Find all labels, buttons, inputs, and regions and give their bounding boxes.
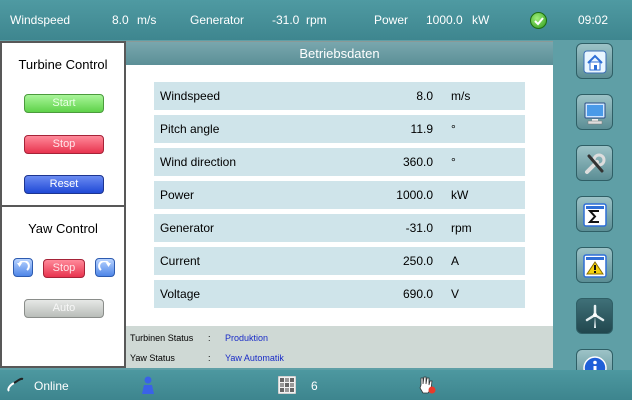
row-value: 11.9 — [410, 122, 433, 136]
top-generator-label: Generator — [190, 13, 245, 27]
yaw-control-title: Yaw Control — [28, 221, 98, 236]
panel-title: Betriebsdaten — [126, 42, 553, 65]
row-unit: kW — [451, 188, 469, 202]
row-label: Windspeed — [160, 89, 221, 103]
clock: 09:02 — [578, 13, 609, 27]
row-unit: ° — [451, 155, 456, 169]
status-separator: : — [208, 333, 211, 343]
top-generator-value: -31.0 — [272, 13, 300, 27]
user-icon — [142, 376, 154, 394]
row-value: 1000.0 — [396, 188, 433, 202]
auto-button[interactable]: Auto — [24, 299, 104, 318]
status-separator: : — [208, 353, 211, 363]
row-label: Voltage — [160, 287, 201, 301]
yaw-status-value: Yaw Automatik — [225, 353, 284, 363]
stop-button[interactable]: Stop — [24, 135, 104, 154]
nav-monitor-button[interactable] — [576, 94, 613, 130]
turbine-icon — [585, 304, 605, 328]
sigma-icon — [583, 203, 607, 227]
top-power-value: 1000.0 — [426, 13, 463, 27]
tools-icon — [585, 153, 606, 174]
top-windspeed-value: 8.0 — [112, 13, 129, 27]
row-label: Generator — [160, 221, 215, 235]
monitor-icon — [584, 102, 606, 125]
yaw-stop-button[interactable]: Stop — [43, 259, 85, 278]
connection-status: Online — [34, 379, 69, 393]
yaw-right-button[interactable] — [95, 258, 115, 277]
nav-turbine-button[interactable] — [576, 298, 613, 334]
top-status-bar: Windspeed 8.0 m/s Generator -31.0 rpm Po… — [0, 0, 632, 40]
nav-home-button[interactable] — [576, 43, 613, 79]
top-generator-unit: rpm — [306, 13, 327, 27]
table-row: Windspeed 8.0 m/s — [154, 82, 525, 110]
warning-icon — [583, 254, 607, 278]
link-icon — [7, 377, 24, 392]
row-value: -31.0 — [405, 221, 433, 235]
row-unit: V — [451, 287, 460, 301]
row-label: Current — [160, 254, 201, 268]
control-panel: Turbine Control Start Stop Reset Yaw Con… — [0, 41, 126, 368]
turbine-control-title: Turbine Control — [18, 57, 108, 72]
row-label: Pitch angle — [160, 122, 220, 136]
row-unit: m/s — [451, 89, 471, 103]
table-row: Power 1000.0 kW — [154, 181, 525, 209]
data-table: Windspeed 8.0 m/s Pitch angle 11.9 ° Win… — [126, 65, 553, 326]
table-row: Generator -31.0 rpm — [154, 214, 525, 242]
row-value: 360.0 — [402, 155, 433, 169]
row-label: Wind direction — [160, 155, 237, 169]
hand-icon — [419, 376, 436, 394]
top-power-unit: kW — [472, 13, 490, 27]
panel-divider — [2, 205, 124, 207]
top-power-label: Power — [374, 13, 409, 27]
grid-icon — [278, 376, 296, 394]
rotate-left-icon — [17, 261, 30, 271]
table-row: Pitch angle 11.9 ° — [154, 115, 525, 143]
yaw-status-label: Yaw Status — [130, 353, 175, 363]
turbine-status-label: Turbinen Status — [130, 333, 194, 343]
yaw-status: Yaw Status : Yaw Automatik — [126, 348, 553, 369]
row-unit: ° — [451, 122, 456, 136]
turbine-status: Turbinen Status : Produktion — [126, 328, 553, 349]
bottom-status-bar: Online 6 — [0, 370, 632, 400]
ok-check-icon — [530, 12, 547, 29]
row-unit: rpm — [451, 221, 472, 235]
start-button[interactable]: Start — [24, 94, 104, 113]
turbine-status-value: Produktion — [225, 333, 269, 343]
rotate-right-icon — [98, 261, 111, 271]
row-value: 250.0 — [402, 254, 433, 268]
reset-button[interactable]: Reset — [24, 175, 104, 194]
top-windspeed-unit: m/s — [137, 13, 157, 27]
row-value: 8.0 — [416, 89, 433, 103]
grid-count: 6 — [311, 379, 318, 393]
nav-tools-button[interactable] — [576, 145, 613, 181]
nav-warning-button[interactable] — [576, 247, 613, 283]
nav-sigma-button[interactable] — [576, 196, 613, 232]
row-unit: A — [451, 254, 460, 268]
row-value: 690.0 — [402, 287, 433, 301]
table-row: Voltage 690.0 V — [154, 280, 525, 308]
row-label: Power — [160, 188, 195, 202]
table-row: Current 250.0 A — [154, 247, 525, 275]
top-windspeed-label: Windspeed — [10, 13, 71, 27]
yaw-left-button[interactable] — [13, 258, 33, 277]
home-icon — [583, 50, 607, 74]
table-row: Wind direction 360.0 ° — [154, 148, 525, 176]
operating-data-panel: Betriebsdaten Windspeed 8.0 m/s Pitch an… — [126, 41, 553, 368]
